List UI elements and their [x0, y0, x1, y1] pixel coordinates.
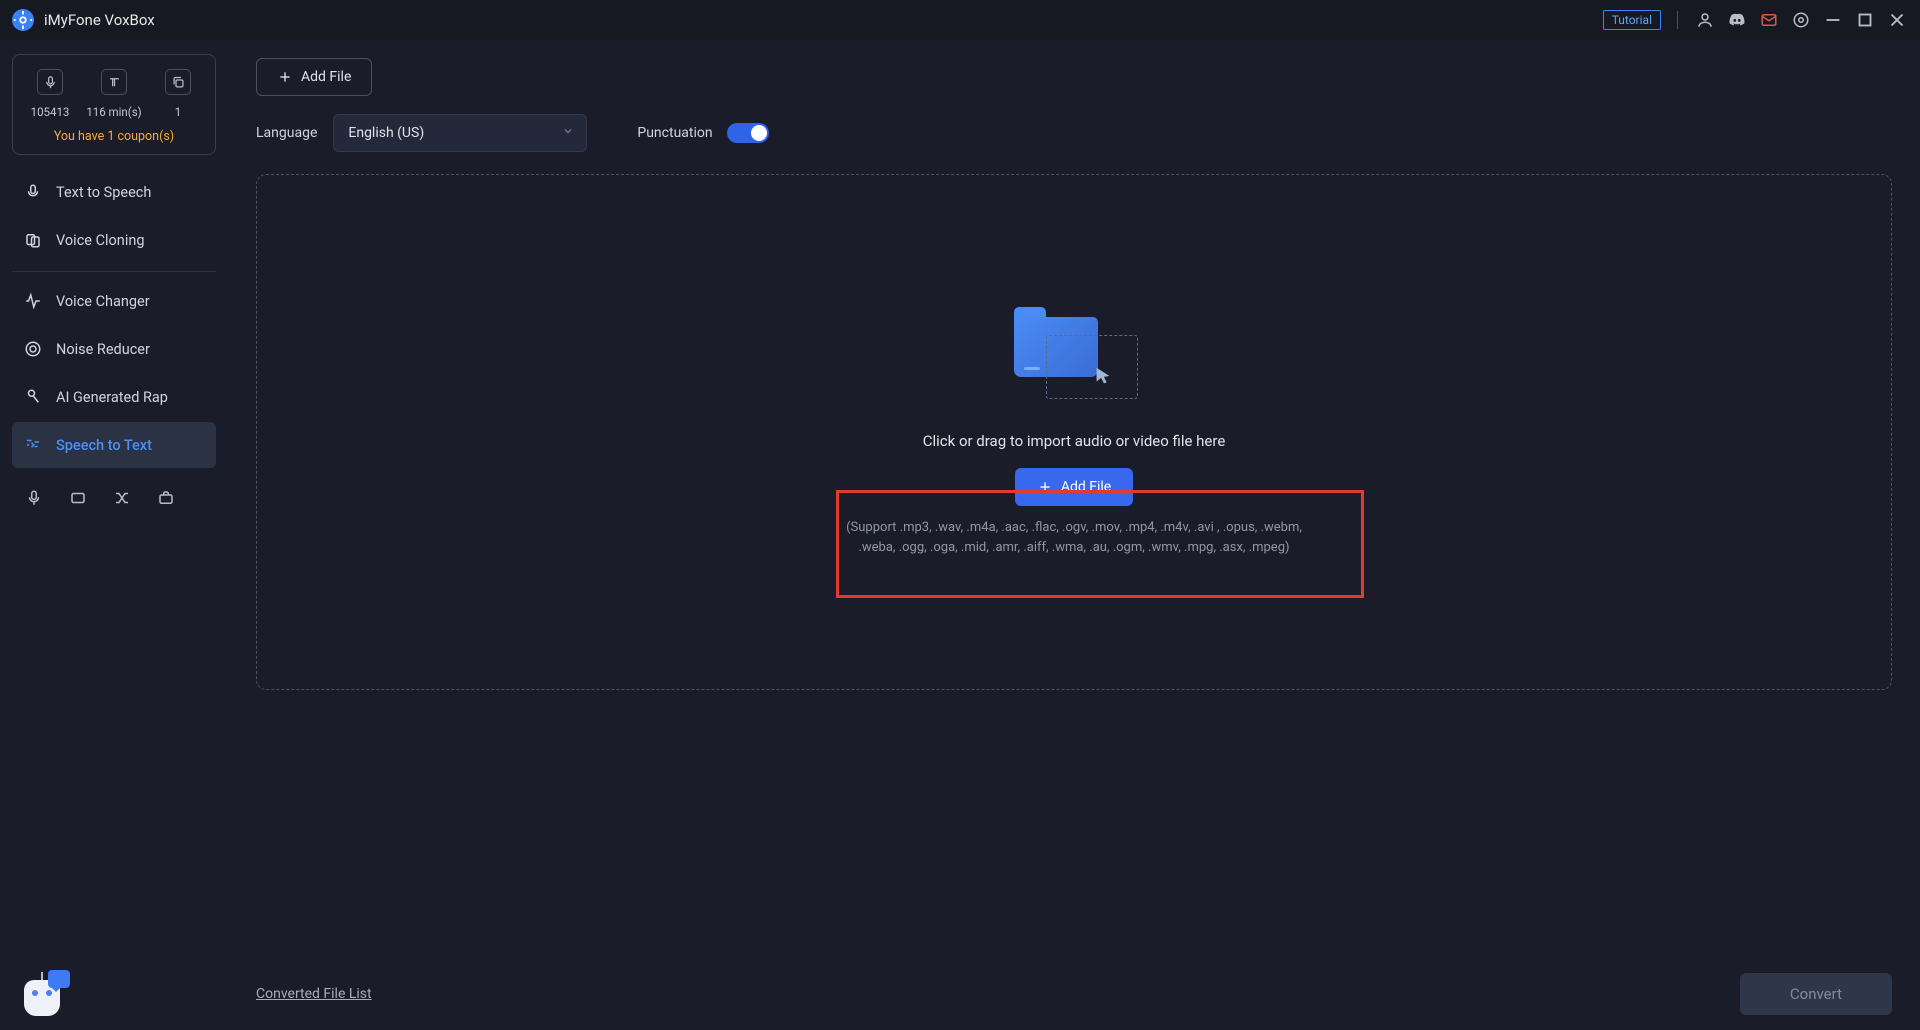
- record-icon[interactable]: [24, 488, 44, 508]
- mic-icon: [24, 183, 42, 201]
- add-file-button[interactable]: Add File: [256, 58, 372, 96]
- plus-icon: [1037, 479, 1053, 495]
- sidebar-item-label: AI Generated Rap: [56, 389, 168, 406]
- sidebar-item-text-to-speech[interactable]: Text to Speech: [12, 169, 216, 215]
- divider: [1677, 11, 1678, 29]
- sidebar-item-label: Text to Speech: [56, 184, 151, 201]
- sidebar-item-label: Noise Reducer: [56, 341, 150, 358]
- sidebar-item-label: Speech to Text: [56, 437, 152, 454]
- sidebar: 105413 116 min(s) 1 You have 1 coupon(s)…: [0, 40, 228, 1030]
- dropzone[interactable]: Click or drag to import audio or video f…: [256, 174, 1892, 690]
- divider: [12, 271, 216, 272]
- supported-formats: (Support .mp3, .wav, .m4a, .aac, .flac, …: [829, 518, 1319, 557]
- main: Add File Language English (US) Punctuati…: [228, 40, 1920, 1030]
- close-icon[interactable]: [1886, 9, 1908, 31]
- minimize-icon[interactable]: [1822, 9, 1844, 31]
- stat-files[interactable]: 1: [149, 69, 207, 119]
- sidebar-item-noise-reducer[interactable]: Noise Reducer: [12, 326, 216, 372]
- clone-icon: [24, 231, 42, 249]
- sidebar-item-voice-changer[interactable]: Voice Changer: [12, 278, 216, 324]
- stt-icon: [24, 436, 42, 454]
- titlebar: iMyFone VoxBox Tutorial: [0, 0, 1920, 40]
- language-select[interactable]: English (US): [333, 114, 587, 152]
- mic-stand-icon: [24, 388, 42, 406]
- mic-icon: [37, 69, 63, 95]
- convert-button[interactable]: Convert: [1740, 973, 1892, 1015]
- sidebar-item-voice-cloning[interactable]: Voice Cloning: [12, 217, 216, 263]
- sidebar-item-ai-rap[interactable]: AI Generated Rap: [12, 374, 216, 420]
- chevron-down-icon: [562, 125, 574, 141]
- tutorial-button[interactable]: Tutorial: [1603, 10, 1661, 30]
- coupon-link[interactable]: You have 1 coupon(s): [21, 129, 207, 144]
- app-logo-icon: [12, 9, 34, 31]
- maximize-icon[interactable]: [1854, 9, 1876, 31]
- footer: Converted File List Convert: [256, 958, 1892, 1030]
- sidebar-item-speech-to-text[interactable]: Speech to Text: [12, 422, 216, 468]
- add-file-label: Add File: [301, 69, 351, 85]
- punctuation-label: Punctuation: [637, 125, 712, 141]
- dropzone-prompt: Click or drag to import audio or video f…: [923, 432, 1226, 450]
- text-icon: [101, 69, 127, 95]
- copy-icon: [165, 69, 191, 95]
- briefcase-icon[interactable]: [156, 488, 176, 508]
- mail-icon[interactable]: [1758, 9, 1780, 31]
- converted-file-list-link[interactable]: Converted File List: [256, 986, 372, 1002]
- stat-characters[interactable]: 105413: [21, 69, 79, 119]
- sidebar-item-label: Voice Cloning: [56, 232, 145, 249]
- folder-illustration: [1014, 307, 1134, 402]
- chatbot-button[interactable]: [18, 974, 66, 1022]
- wave-icon: [24, 292, 42, 310]
- plus-icon: [277, 69, 293, 85]
- user-icon[interactable]: [1694, 9, 1716, 31]
- add-file-primary-button[interactable]: Add File: [1015, 468, 1133, 506]
- stats-box: 105413 116 min(s) 1 You have 1 coupon(s): [12, 54, 216, 155]
- cursor-icon: [1092, 365, 1114, 391]
- language-label: Language: [256, 125, 317, 141]
- loop-icon[interactable]: [68, 488, 88, 508]
- add-file-label: Add File: [1061, 479, 1111, 495]
- bottom-icon-row: [12, 470, 216, 508]
- gear-icon[interactable]: [1790, 9, 1812, 31]
- sidebar-item-label: Voice Changer: [56, 293, 150, 310]
- shuffle-icon[interactable]: [112, 488, 132, 508]
- stat-minutes[interactable]: 116 min(s): [85, 69, 143, 119]
- discord-icon[interactable]: [1726, 9, 1748, 31]
- punctuation-toggle[interactable]: [727, 123, 769, 143]
- language-value: English (US): [348, 125, 424, 141]
- noise-icon: [24, 340, 42, 358]
- app-title: iMyFone VoxBox: [44, 11, 155, 29]
